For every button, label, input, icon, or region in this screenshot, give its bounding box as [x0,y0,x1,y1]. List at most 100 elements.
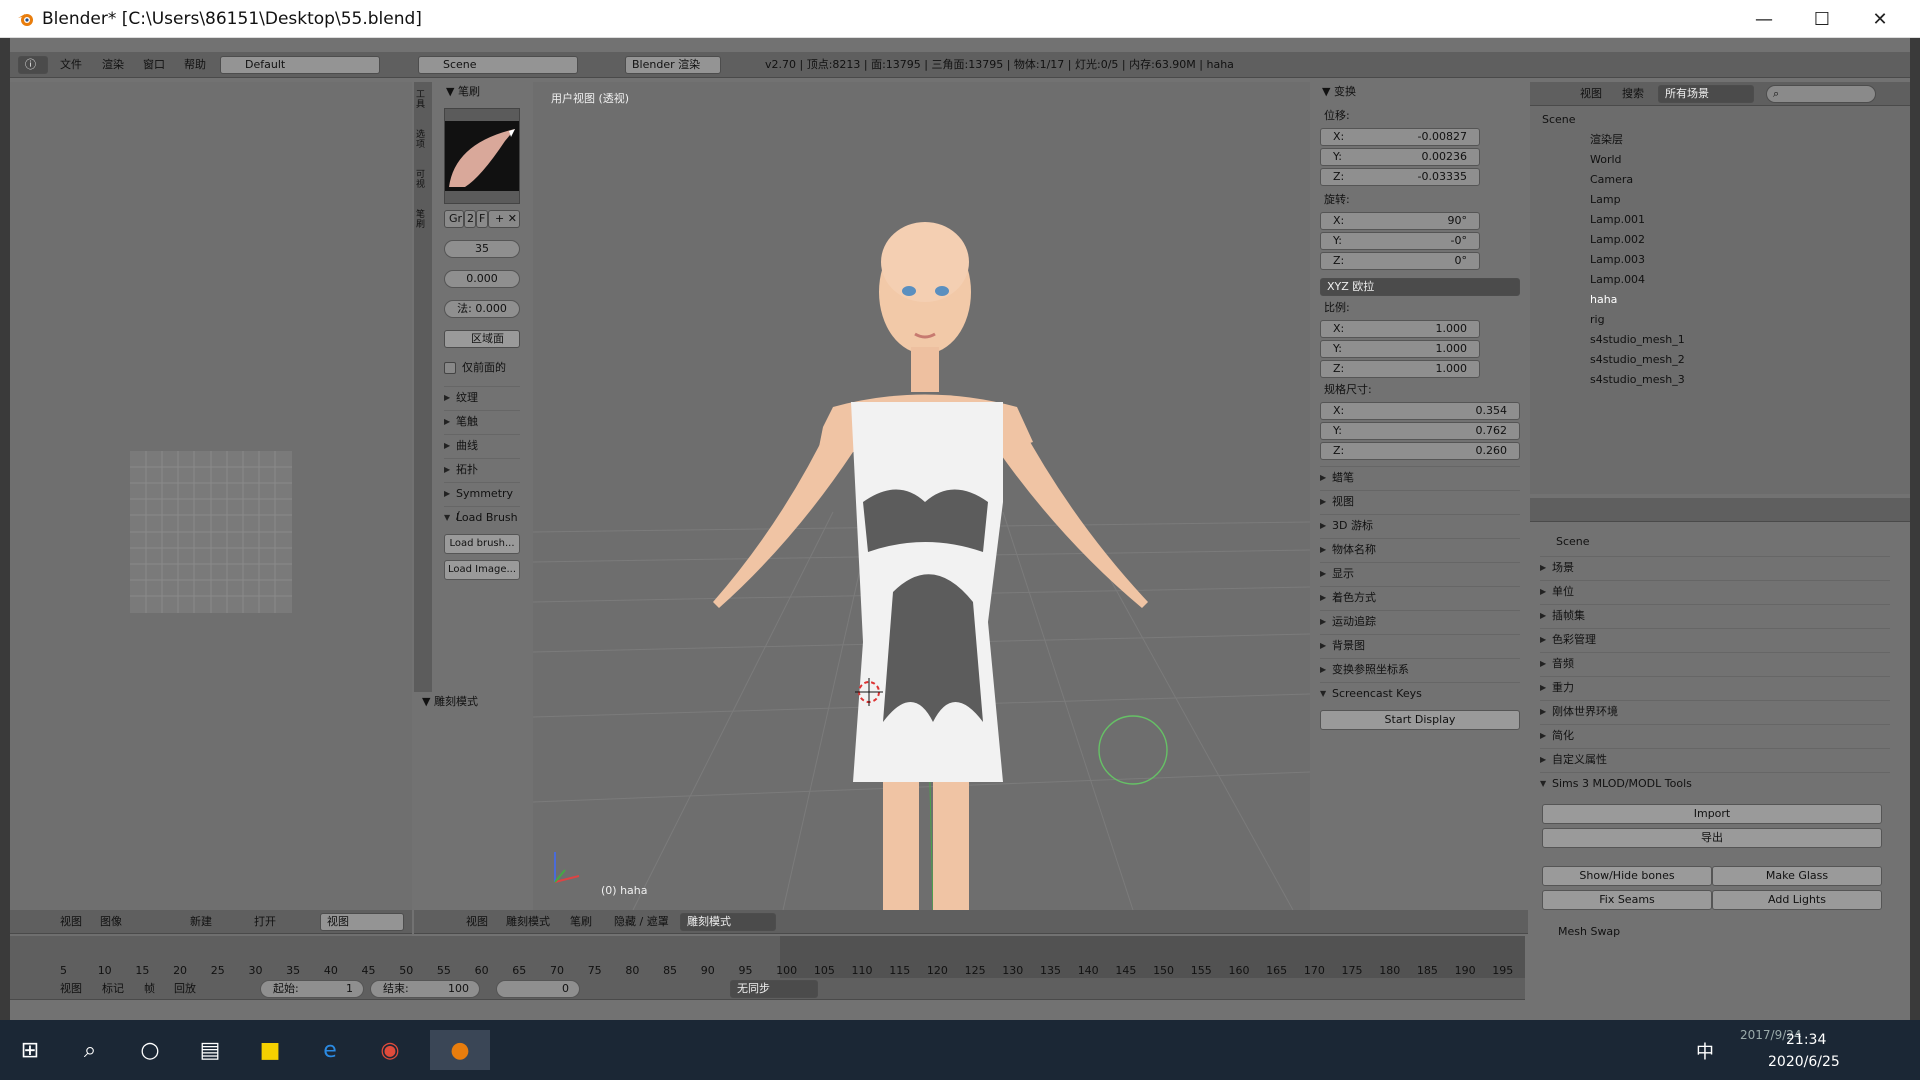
dimension-x-field[interactable]: X: 0.354 [1320,402,1520,420]
outliner-item-lamp-004[interactable]: Lamp.004 [1590,270,1645,290]
image-menu-image[interactable]: 图像 [100,913,122,931]
prop-section-sims3-tools[interactable]: Sims 3 MLOD/MODL Tools [1540,772,1890,795]
rotation-mode-select[interactable]: XYZ 欧拉 [1320,278,1520,296]
outliner-item-render-layers[interactable]: 渲染层 [1590,130,1623,150]
tab-visual[interactable]: 可视 [416,170,430,190]
3d-menu-sculpt[interactable]: 雕刻模式 [506,913,550,931]
rotation-x-field[interactable]: X: 90° [1320,212,1480,230]
clock-date[interactable]: 2020/6/25 [1768,1054,1840,1070]
location-x-field[interactable]: X: -0.00827 [1320,128,1480,146]
start-display-button[interactable]: Start Display [1320,710,1520,730]
dimension-y-field[interactable]: Y: 0.762 [1320,422,1520,440]
brush-section-load[interactable]: Load Brush i [444,506,520,546]
brush-normal-field[interactable]: 法: 0.000 [444,300,520,318]
prop-section-rigid-body[interactable]: 刚体世界环境 [1540,700,1890,723]
outliner-item-camera[interactable]: Camera [1590,170,1633,190]
section-item-name[interactable]: 物体名称 [1320,538,1520,561]
prop-section-simplify[interactable]: 简化 [1540,724,1890,747]
outliner-menu-view[interactable]: 视图 [1580,85,1602,103]
ime-indicator[interactable]: 中 [1696,1038,1714,1064]
front-only-checkbox[interactable]: 仅前面的 [444,358,506,378]
3d-viewport[interactable]: 用户视图 (透视) (0) haha [533,82,1310,910]
section-background-images[interactable]: 背景图 [1320,634,1520,657]
sculpt-mode-section[interactable]: ▼ 雕刻模式 [422,692,532,712]
add-lights-button[interactable]: Add Lights [1712,890,1882,910]
export-button[interactable]: 导出 [1542,828,1882,848]
section-display[interactable]: 显示 [1320,562,1520,585]
brush-radius-field[interactable]: 35 [444,240,520,258]
scene-select[interactable]: Scene [418,56,578,74]
minimize-button[interactable]: — [1735,0,1793,38]
section-shading[interactable]: 着色方式 [1320,586,1520,609]
3d-menu-hide-mask[interactable]: 隐藏 / 遮罩 [614,913,669,931]
outliner-item-scene[interactable]: Scene [1542,110,1576,130]
section-motion-tracking[interactable]: 运动追踪 [1320,610,1520,633]
outliner-item-mesh-1[interactable]: s4studio_mesh_1 [1590,330,1685,350]
section-3d-cursor[interactable]: 3D 游标 [1320,514,1520,537]
start-frame-field[interactable]: 起始: 1 [260,980,364,998]
outliner-search-input[interactable]: ⌕ [1766,85,1876,103]
brush-section-curve[interactable]: 曲线 [444,434,520,457]
chrome-browser-icon[interactable]: ◉ [370,1030,410,1070]
scale-z-field[interactable]: Z: 1.000 [1320,360,1480,378]
section-view[interactable]: 视图 [1320,490,1520,513]
prop-section-audio[interactable]: 音频 [1540,652,1890,675]
properties-editor[interactable]: Scene 场景 单位 插帧集 色彩管理 音频 重力 刚体世界环境 简化 自定义… [1530,498,1910,948]
outliner-item-world[interactable]: World [1590,150,1622,170]
blender-taskbar-icon[interactable]: ● [430,1030,490,1070]
outliner-item-mesh-3[interactable]: s4studio_mesh_3 [1590,370,1685,390]
scale-x-field[interactable]: X: 1.000 [1320,320,1480,338]
menu-help[interactable]: 帮助 [184,56,206,74]
prop-section-scene[interactable]: 场景 [1540,556,1890,579]
editor-type-icon[interactable]: ⓘ [18,56,48,74]
3d-menu-view[interactable]: 视图 [466,913,488,931]
image-view-select[interactable]: 视图 [320,913,404,931]
maximize-button[interactable]: ☐ [1793,0,1851,38]
search-icon[interactable]: ⌕ [70,1030,110,1070]
mode-select[interactable]: 雕刻模式 [680,913,776,931]
rotation-z-field[interactable]: Z: 0° [1320,252,1480,270]
render-engine-select[interactable]: Blender 渲染 [625,56,721,74]
sticky-notes-icon[interactable]: ■ [250,1030,290,1070]
brush-add-remove[interactable]: + ✕ [488,210,520,228]
outliner-filter-select[interactable]: 所有场景 [1658,85,1754,103]
brush-area-select[interactable]: 区域面 [444,330,520,348]
task-view-icon[interactable]: ▤ [190,1030,230,1070]
tab-options[interactable]: 选项 [416,130,430,150]
end-frame-field[interactable]: 结束: 100 [370,980,480,998]
timeline-menu-playback[interactable]: 回放 [174,980,196,998]
menu-render[interactable]: 渲染 [102,56,124,74]
outliner[interactable]: 视图 搜索 所有场景 ⌕ Scene 渲染层 World Camera Lamp… [1530,82,1910,494]
load-brush-button[interactable]: Load brush... [444,534,520,554]
menu-window[interactable]: 窗口 [143,56,165,74]
outliner-item-rig[interactable]: rig [1590,310,1605,330]
location-z-field[interactable]: Z: -0.03335 [1320,168,1480,186]
outliner-item-lamp-003[interactable]: Lamp.003 [1590,250,1645,270]
prop-section-units[interactable]: 单位 [1540,580,1890,603]
brush-gr-field[interactable]: Gr [444,210,464,228]
tab-brush[interactable]: 笔刷 [416,210,430,230]
image-new-button[interactable]: 新建 [190,913,212,931]
outliner-item-lamp-001[interactable]: Lamp.001 [1590,210,1645,230]
location-y-field[interactable]: Y: 0.00236 [1320,148,1480,166]
sync-select[interactable]: 无同步 [730,980,818,998]
prop-section-color-management[interactable]: 色彩管理 [1540,628,1890,651]
outliner-menu-search[interactable]: 搜索 [1622,85,1644,103]
brush-fake-user[interactable]: F [476,210,488,228]
brush-section-topology[interactable]: 拓扑 [444,458,520,481]
section-screencast-keys[interactable]: Screencast Keys [1320,682,1520,705]
start-button[interactable]: ⊞ [10,1030,50,1070]
prop-section-gravity[interactable]: 重力 [1540,676,1890,699]
brush-section-symmetry[interactable]: Symmetry / [444,482,520,522]
tab-tools[interactable]: 工具 [416,90,430,110]
load-image-button[interactable]: Load Image... [444,560,520,580]
outliner-item-mesh-2[interactable]: s4studio_mesh_2 [1590,350,1685,370]
show-hide-bones-button[interactable]: Show/Hide bones [1542,866,1712,886]
timeline-menu-frame[interactable]: 帧 [144,980,155,998]
menu-file[interactable]: 文件 [60,56,82,74]
prop-section-custom-props[interactable]: 自定义属性 [1540,748,1890,771]
make-glass-button[interactable]: Make Glass [1712,866,1882,886]
close-button[interactable]: ✕ [1851,0,1909,38]
brush-section-stroke[interactable]: 笔触 [444,410,520,433]
cortana-icon[interactable]: ○ [130,1030,170,1070]
